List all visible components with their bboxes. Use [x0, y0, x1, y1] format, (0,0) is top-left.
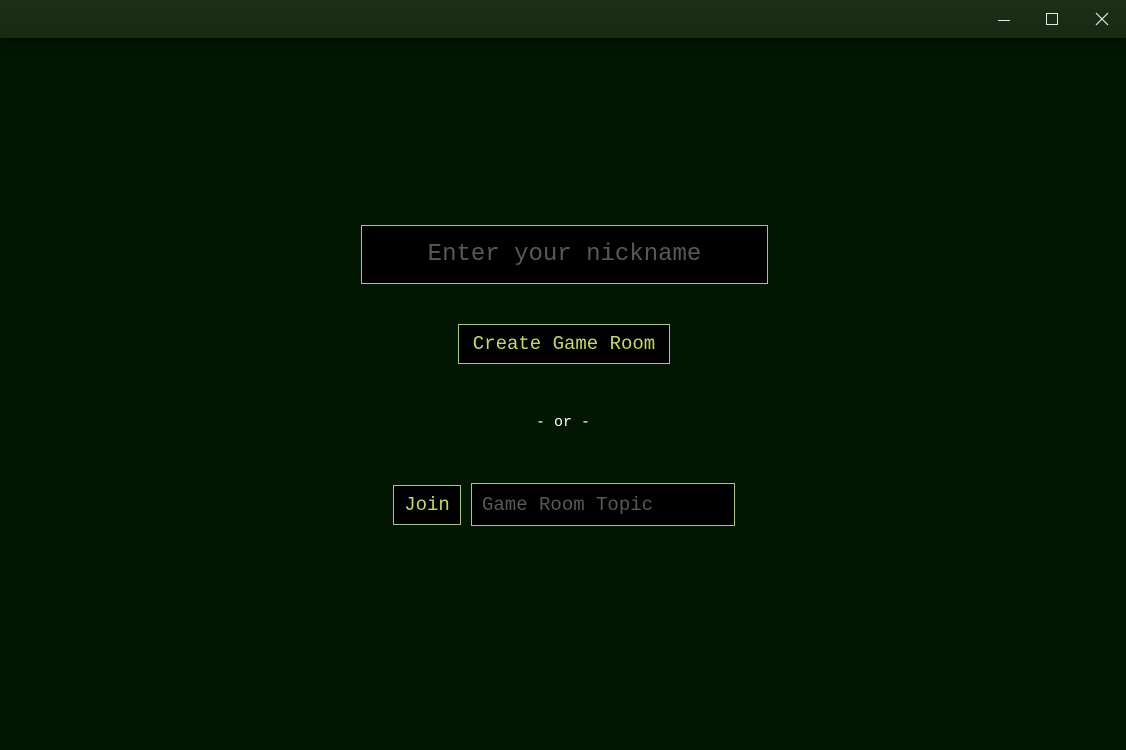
minimize-button[interactable]: [980, 0, 1028, 38]
nickname-input[interactable]: [361, 225, 768, 284]
maximize-icon: [1046, 13, 1058, 25]
close-button[interactable]: [1078, 0, 1126, 38]
minimize-icon: [998, 20, 1010, 21]
close-icon: [1095, 12, 1109, 26]
create-game-room-button[interactable]: Create Game Room: [458, 324, 670, 364]
maximize-button[interactable]: [1028, 0, 1076, 38]
join-button[interactable]: Join: [393, 485, 461, 525]
or-separator: - or -: [535, 414, 590, 431]
game-room-topic-input[interactable]: [471, 483, 735, 526]
title-bar: [0, 0, 1126, 38]
